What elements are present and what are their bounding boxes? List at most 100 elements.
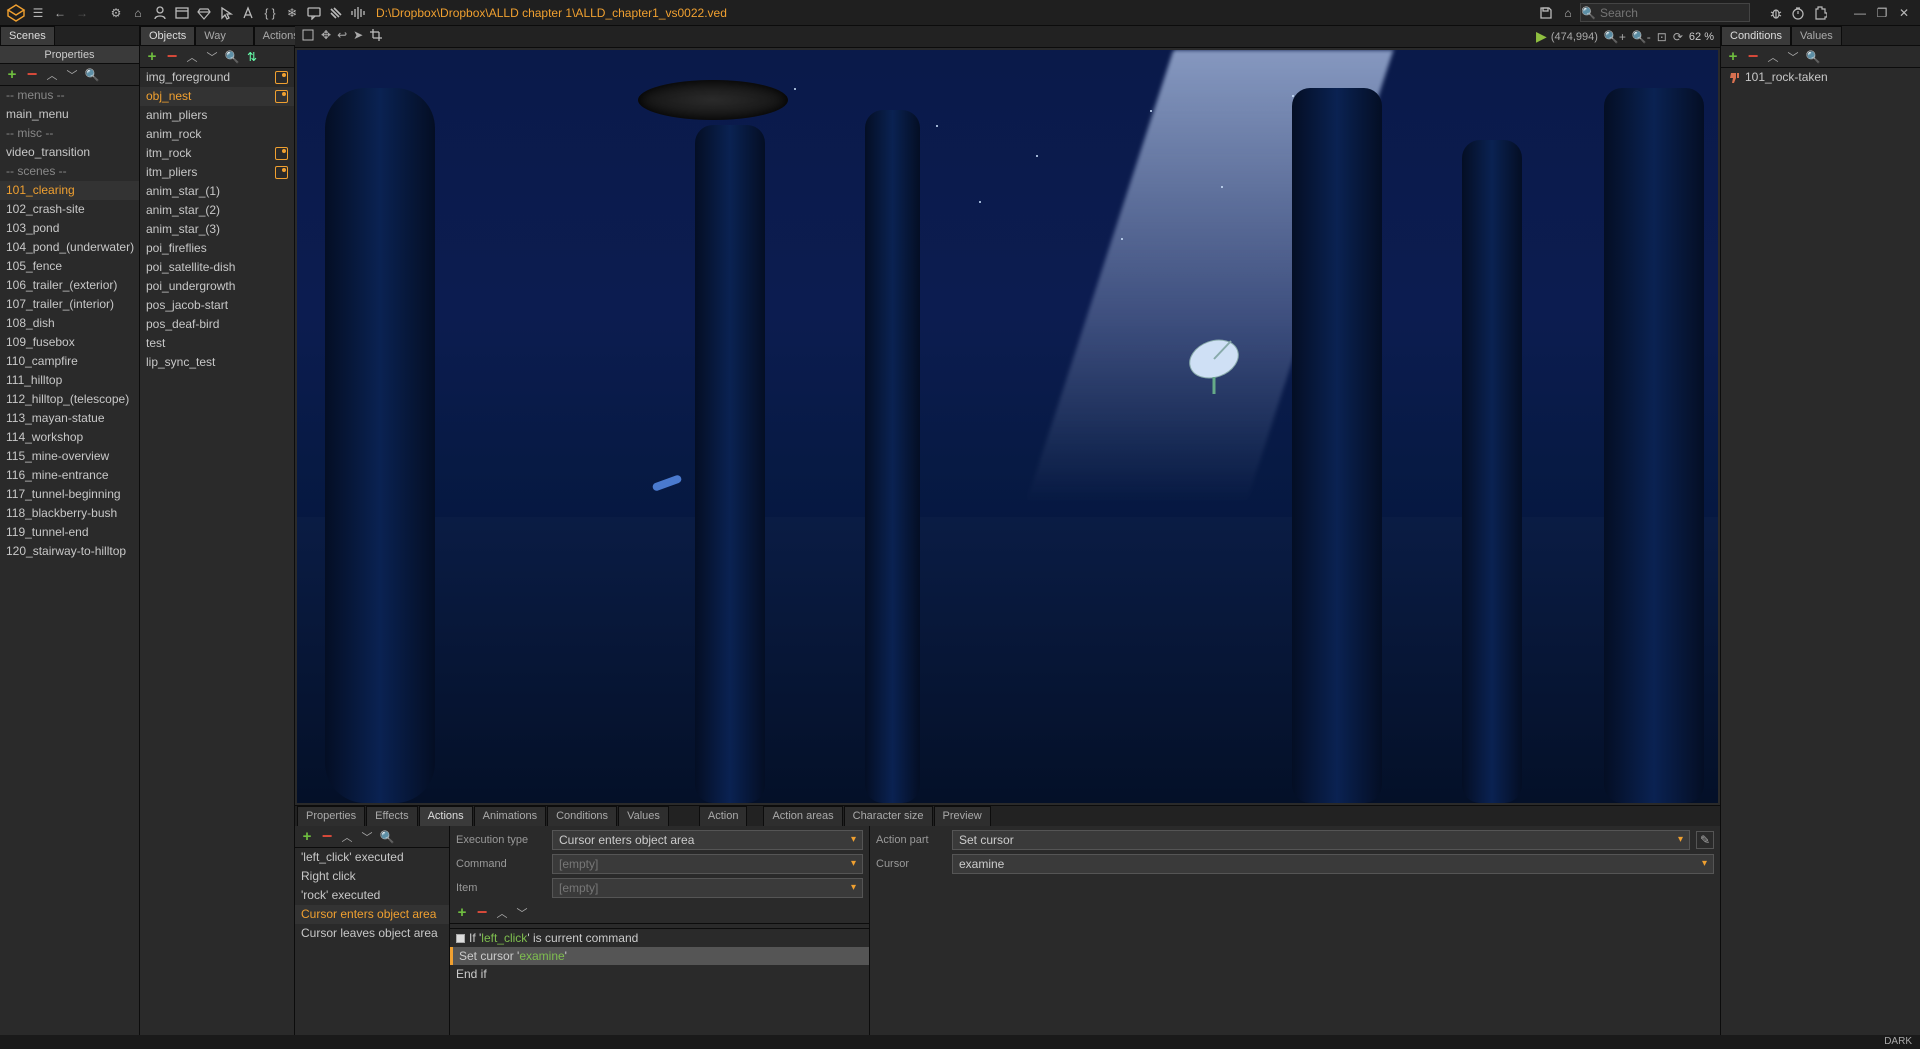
script-line[interactable]: End if: [450, 965, 869, 983]
object-item[interactable]: pos_deaf-bird: [140, 315, 294, 334]
cursor-field[interactable]: examine▾: [952, 854, 1714, 874]
tab-way-systems[interactable]: Way systems: [195, 26, 253, 45]
zoom-in-icon[interactable]: 🔍+: [1604, 30, 1626, 44]
app-logo-icon[interactable]: [6, 3, 26, 23]
font-icon[interactable]: [238, 3, 258, 23]
tab-properties[interactable]: Properties: [297, 806, 365, 826]
close-icon[interactable]: ✕: [1894, 3, 1914, 23]
search-list-icon[interactable]: 🔍: [224, 49, 240, 65]
script-line[interactable]: Set cursor 'examine': [450, 947, 869, 965]
menu-icon[interactable]: ☰: [28, 3, 48, 23]
tab-preview[interactable]: Preview: [934, 806, 991, 826]
object-item[interactable]: poi_undergrowth: [140, 277, 294, 296]
scene-item[interactable]: 119_tunnel-end: [0, 523, 139, 542]
scene-item[interactable]: 107_trailer_(interior): [0, 295, 139, 314]
scene-item[interactable]: 117_tunnel-beginning: [0, 485, 139, 504]
tab-values[interactable]: Values: [618, 806, 669, 826]
move-icon[interactable]: ✥: [321, 28, 331, 45]
search-icon[interactable]: 🔍: [1581, 3, 1596, 23]
zoom-reset-icon[interactable]: ⟳: [1673, 30, 1683, 44]
add-icon[interactable]: +: [4, 67, 20, 83]
object-item[interactable]: anim_star_(1): [140, 182, 294, 201]
search-input[interactable]: [1596, 6, 1759, 20]
zoom-out-icon[interactable]: 🔍-: [1632, 30, 1651, 44]
scene-item[interactable]: 111_hilltop: [0, 371, 139, 390]
back-arrow-icon[interactable]: ↩: [337, 28, 347, 45]
down-icon[interactable]: ﹀: [359, 829, 375, 845]
tab-conditions[interactable]: Conditions: [1721, 26, 1791, 45]
theme-indicator[interactable]: DARK: [1876, 1035, 1920, 1049]
remove-icon[interactable]: −: [1745, 49, 1761, 65]
interface-icon[interactable]: [172, 3, 192, 23]
search-list-icon[interactable]: 🔍: [84, 67, 100, 83]
add-icon[interactable]: +: [454, 905, 470, 921]
object-item[interactable]: pos_jacob-start: [140, 296, 294, 315]
condition-item[interactable]: 101_rock-taken: [1721, 68, 1920, 87]
up-icon[interactable]: ︿: [1765, 49, 1781, 65]
plugin-icon[interactable]: [1810, 3, 1830, 23]
sort-icon[interactable]: ⇅: [244, 49, 260, 65]
scene-item[interactable]: 113_mayan-statue: [0, 409, 139, 428]
object-item[interactable]: anim_rock: [140, 125, 294, 144]
pointer-icon[interactable]: ➤: [353, 28, 363, 45]
object-item[interactable]: anim_pliers: [140, 106, 294, 125]
tab-action-areas[interactable]: Action areas: [763, 806, 842, 826]
tab-action[interactable]: Action: [699, 806, 748, 826]
shader-icon[interactable]: [326, 3, 346, 23]
script-line[interactable]: If 'left_click' is current command: [450, 929, 869, 947]
tab-actions[interactable]: Actions: [419, 806, 473, 826]
action-item[interactable]: 'rock' executed: [295, 886, 449, 905]
tab-conditions[interactable]: Conditions: [547, 806, 617, 826]
bug-icon[interactable]: [1766, 3, 1786, 23]
object-item[interactable]: itm_rock: [140, 144, 294, 163]
search-list-icon[interactable]: 🔍: [1805, 49, 1821, 65]
minimize-icon[interactable]: —: [1850, 3, 1870, 23]
play-icon[interactable]: ▶: [1536, 28, 1547, 45]
scene-item[interactable]: -- scenes --: [0, 162, 139, 181]
home2-icon[interactable]: ⌂: [1558, 3, 1578, 23]
item-field[interactable]: [empty]▾: [552, 878, 863, 898]
scene-item[interactable]: 105_fence: [0, 257, 139, 276]
add-icon[interactable]: +: [144, 49, 160, 65]
object-item[interactable]: lip_sync_test: [140, 353, 294, 372]
down-icon[interactable]: ﹀: [64, 67, 80, 83]
crop-icon[interactable]: [369, 28, 383, 45]
up-icon[interactable]: ︿: [184, 49, 200, 65]
home-icon[interactable]: ⌂: [128, 3, 148, 23]
diamond-icon[interactable]: [194, 3, 214, 23]
tab-effects[interactable]: Effects: [366, 806, 417, 826]
object-item[interactable]: anim_star_(2): [140, 201, 294, 220]
zoom-fit-icon[interactable]: ⊡: [1657, 30, 1667, 44]
bounds-icon[interactable]: [301, 28, 315, 45]
action-item[interactable]: Cursor leaves object area: [295, 924, 449, 943]
character-icon[interactable]: [150, 3, 170, 23]
object-item[interactable]: test: [140, 334, 294, 353]
back-icon[interactable]: ←: [50, 3, 70, 23]
tab-animations[interactable]: Animations: [474, 806, 546, 826]
down-icon[interactable]: ﹀: [514, 905, 530, 921]
scene-item[interactable]: 112_hilltop_(telescope): [0, 390, 139, 409]
tab-character-size[interactable]: Character size: [844, 806, 933, 826]
scene-item[interactable]: -- misc --: [0, 124, 139, 143]
tab-scenes[interactable]: Scenes: [0, 26, 55, 45]
scene-item[interactable]: 110_campfire: [0, 352, 139, 371]
action-part-field[interactable]: Set cursor▾: [952, 830, 1690, 850]
scene-item[interactable]: 108_dish: [0, 314, 139, 333]
add-icon[interactable]: +: [299, 829, 315, 845]
object-item[interactable]: anim_star_(3): [140, 220, 294, 239]
maximize-icon[interactable]: ❐: [1872, 3, 1892, 23]
gear-icon[interactable]: ⚙: [106, 3, 126, 23]
remove-icon[interactable]: −: [24, 67, 40, 83]
scene-item[interactable]: 118_blackberry-bush: [0, 504, 139, 523]
object-item[interactable]: obj_nest: [140, 87, 294, 106]
script-icon[interactable]: { }: [260, 3, 280, 23]
particle-icon[interactable]: ❄: [282, 3, 302, 23]
forward-icon[interactable]: →: [72, 3, 92, 23]
scene-item[interactable]: 106_trailer_(exterior): [0, 276, 139, 295]
cursor-icon[interactable]: [216, 3, 236, 23]
remove-icon[interactable]: −: [474, 905, 490, 921]
action-item[interactable]: Cursor enters object area: [295, 905, 449, 924]
remove-icon[interactable]: −: [319, 829, 335, 845]
stopwatch-icon[interactable]: [1788, 3, 1808, 23]
up-icon[interactable]: ︿: [44, 67, 60, 83]
